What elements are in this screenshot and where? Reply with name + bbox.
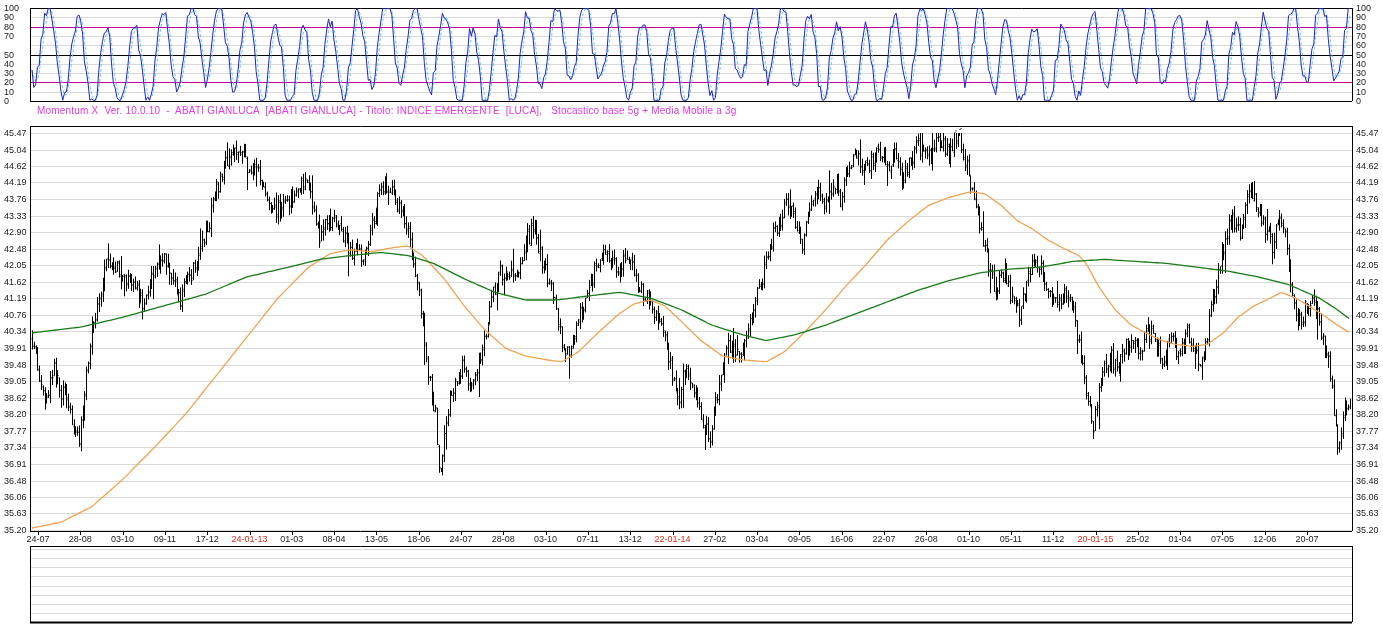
date-tick-label: 01-10	[957, 535, 980, 544]
price-y-tick-right: 36.06	[1356, 492, 1379, 501]
date-tick-label: 26-08	[915, 535, 938, 544]
price-y-tick-left: 45.47	[4, 129, 27, 138]
date-tick-label: 28-08	[69, 535, 92, 544]
date-tick-label: 09-05	[788, 535, 811, 544]
price-y-tick-right: 42.90	[1356, 228, 1379, 237]
date-tick-label: 03-04	[746, 535, 769, 544]
date-tick-label: 17-12	[196, 535, 219, 544]
price-y-tick-left: 36.48	[4, 476, 27, 485]
stoch-y-tick-right: 0	[1356, 97, 1361, 106]
price-y-tick-right: 39.48	[1356, 360, 1379, 369]
price-y-tick-left: 45.04	[4, 145, 27, 154]
price-y-tick-right: 41.19	[1356, 294, 1379, 303]
date-tick-label: 24-01-13	[231, 535, 267, 544]
price-y-tick-right: 45.04	[1356, 145, 1379, 154]
price-y-tick-right: 36.48	[1356, 476, 1379, 485]
price-y-tick-right: 37.34	[1356, 443, 1379, 452]
price-y-tick-left: 36.06	[4, 492, 27, 501]
date-tick-label: 13-12	[619, 535, 642, 544]
price-y-tick-right: 37.77	[1356, 426, 1379, 435]
price-y-tick-left: 38.62	[4, 393, 27, 402]
price-y-tick-right: 44.62	[1356, 161, 1379, 170]
price-y-tick-left: 40.34	[4, 327, 27, 336]
price-y-tick-left: 43.76	[4, 195, 27, 204]
price-y-tick-left: 39.48	[4, 360, 27, 369]
date-tick-label: 07-11	[577, 535, 599, 544]
date-tick-label: 16-06	[830, 535, 853, 544]
date-tick-label: 05-11	[1000, 535, 1022, 544]
price-y-tick-left: 35.63	[4, 509, 27, 518]
price-y-tick-right: 35.20	[1356, 526, 1379, 535]
price-y-tick-right: 44.19	[1356, 178, 1379, 187]
date-tick-label: 03-10	[534, 535, 557, 544]
price-y-tick-right: 42.05	[1356, 261, 1379, 270]
price-y-tick-right: 38.20	[1356, 410, 1379, 419]
price-y-tick-right: 41.62	[1356, 277, 1379, 286]
date-tick-label: 03-10	[111, 535, 134, 544]
price-y-tick-left: 39.91	[4, 343, 27, 352]
date-tick-label: 24-07	[449, 535, 472, 544]
price-y-tick-right: 45.47	[1356, 129, 1379, 138]
date-tick-label: 12-06	[1253, 535, 1276, 544]
price-y-tick-left: 37.34	[4, 443, 27, 452]
price-y-tick-left: 44.62	[4, 161, 27, 170]
price-y-tick-left: 39.05	[4, 377, 27, 386]
price-y-tick-right: 39.91	[1356, 343, 1379, 352]
price-y-tick-right: 36.91	[1356, 459, 1379, 468]
date-tick-label: 24-07	[26, 535, 49, 544]
price-y-tick-right: 39.05	[1356, 377, 1379, 386]
price-y-tick-right: 35.63	[1356, 509, 1379, 518]
price-y-tick-left: 43.33	[4, 211, 27, 220]
date-tick-label: 11-12	[1042, 535, 1064, 544]
price-y-tick-left: 35.20	[4, 526, 27, 535]
date-tick-label: 01-04	[1169, 535, 1192, 544]
date-tick-label: 20-01-15	[1077, 535, 1113, 544]
date-tick-label: 07-05	[1211, 535, 1234, 544]
date-tick-label: 08-04	[323, 535, 346, 544]
date-tick-label: 22-07	[872, 535, 895, 544]
price-y-tick-right: 40.76	[1356, 311, 1379, 320]
price-y-tick-right: 40.34	[1356, 327, 1379, 336]
price-y-tick-left: 41.62	[4, 277, 27, 286]
chart-title-line: Momentum X Ver. 10.0.10 - ABATI GIANLUCA…	[37, 105, 736, 116]
price-y-tick-left: 36.91	[4, 459, 27, 468]
price-y-tick-left: 42.05	[4, 261, 27, 270]
date-tick-label: 28-08	[492, 535, 515, 544]
date-tick-label: 25-02	[1126, 535, 1149, 544]
stoch-y-tick-left: 70	[4, 31, 14, 40]
price-y-tick-left: 42.48	[4, 244, 27, 253]
price-y-tick-left: 41.19	[4, 294, 27, 303]
price-y-tick-left: 40.76	[4, 311, 27, 320]
price-y-tick-left: 44.19	[4, 178, 27, 187]
date-tick-label: 13-05	[365, 535, 388, 544]
price-y-tick-left: 37.77	[4, 426, 27, 435]
date-tick-label: 09-11	[154, 535, 176, 544]
price-y-tick-left: 38.20	[4, 410, 27, 419]
price-y-tick-right: 43.33	[1356, 211, 1379, 220]
date-tick-label: 18-06	[407, 535, 430, 544]
date-tick-label: 20-07	[1295, 535, 1318, 544]
chart-window: Momentum X Ver. 10.0.10 - ABATI GIANLUCA…	[0, 0, 1383, 627]
date-tick-label: 27-02	[703, 535, 726, 544]
price-y-tick-right: 38.62	[1356, 393, 1379, 402]
date-tick-label: 01-03	[280, 535, 303, 544]
price-y-tick-left: 42.90	[4, 228, 27, 237]
date-tick-label: 22-01-14	[654, 535, 690, 544]
stoch-y-tick-left: 0	[4, 97, 9, 106]
price-y-tick-right: 42.48	[1356, 244, 1379, 253]
price-y-tick-right: 43.76	[1356, 195, 1379, 204]
